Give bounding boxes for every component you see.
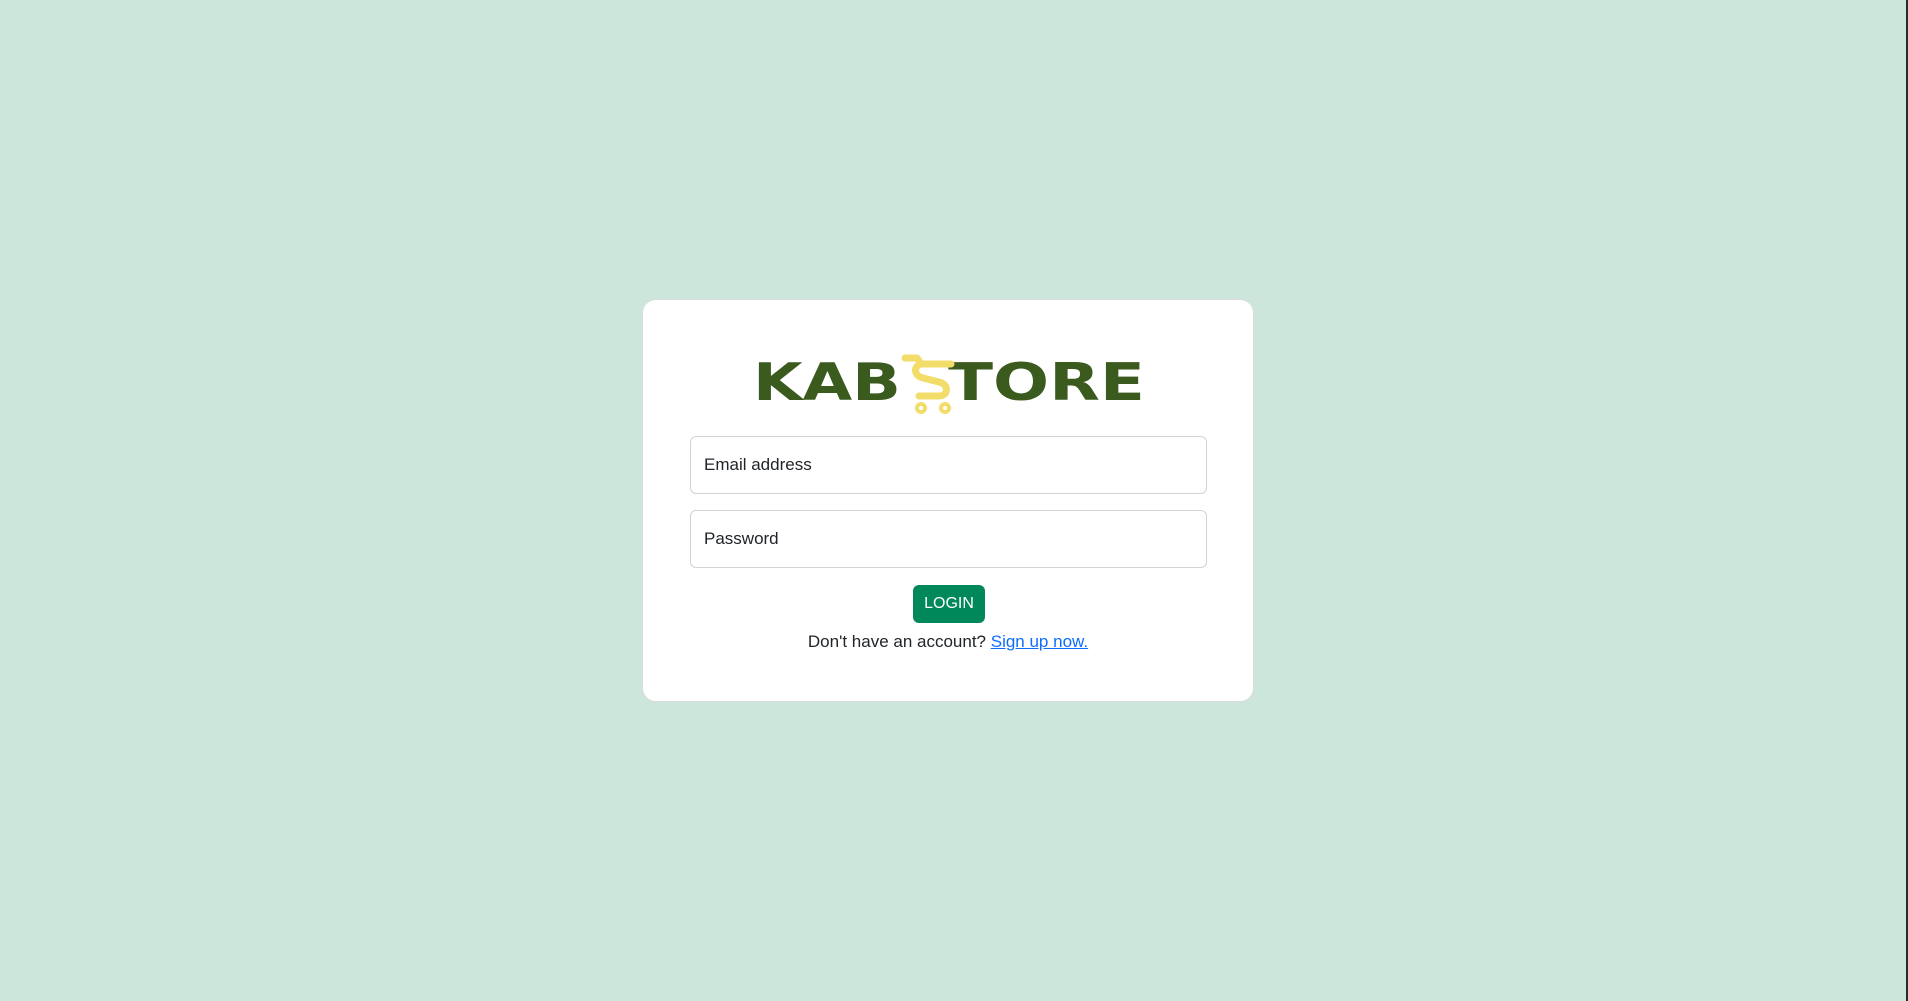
svg-text:TORE: TORE [948,353,1145,413]
login-button[interactable]: LOGIN [913,585,985,623]
signup-prompt-text: Don't have an account? [807,632,986,651]
password-field[interactable] [690,510,1207,568]
cart-logo-icon: KAB TORE [753,353,1145,414]
login-page: KAB TORE LOGIN Don't have an account? Si… [0,0,1908,1001]
brand-logo: KAB TORE [753,352,1145,422]
signup-link[interactable]: Sign up now. [991,632,1088,651]
email-field[interactable] [690,436,1207,494]
signup-prompt-row: Don't have an account? Sign up now. [643,632,1253,652]
login-card: KAB TORE LOGIN Don't have an account? Si… [642,299,1254,702]
svg-text:KAB: KAB [753,353,901,413]
